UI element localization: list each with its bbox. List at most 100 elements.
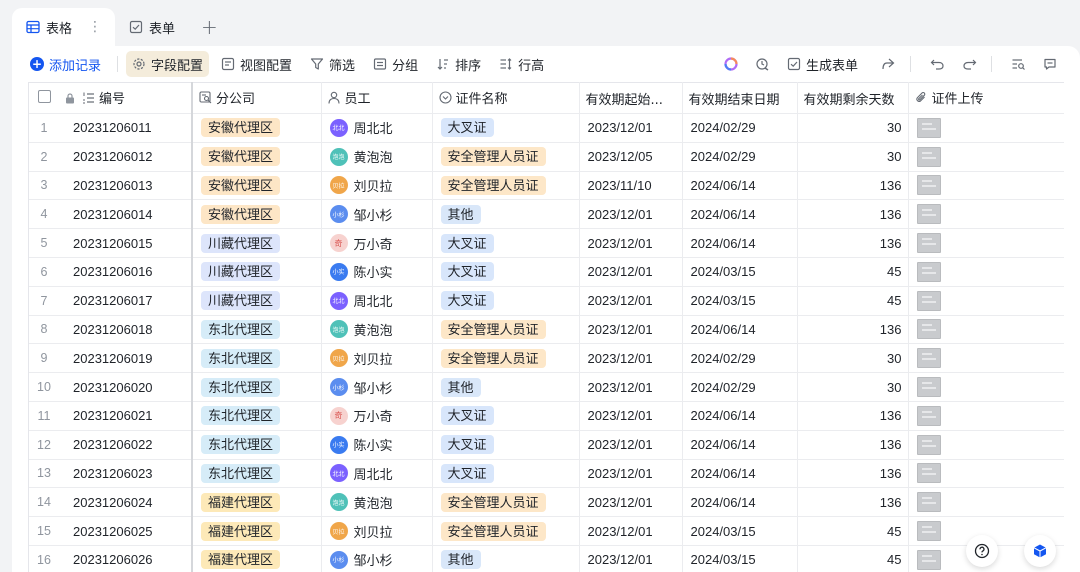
select-all-cell[interactable] xyxy=(29,82,59,114)
table-row[interactable]: 12 20231206022 东北代理区 小实 陈小实 大叉证 2023/12/0… xyxy=(29,430,1064,460)
cell-valid-end[interactable]: 2024/06/14 xyxy=(682,199,798,230)
cell-id[interactable]: 20231206018 xyxy=(59,315,193,345)
cell-branch[interactable]: 东北代理区 xyxy=(192,315,322,345)
table-row[interactable]: 4 20231206014 安徽代理区 小杉 邹小杉 其他 2023/12/01 … xyxy=(29,199,1064,230)
row-height-button[interactable]: 行高 xyxy=(493,51,550,77)
cell-upload[interactable] xyxy=(908,459,1064,489)
cell-branch[interactable]: 福建代理区 xyxy=(192,516,322,546)
cell-cert-name[interactable]: 大叉证 xyxy=(432,430,580,460)
cell-valid-start[interactable]: 2023/12/01 xyxy=(579,401,683,431)
cell-cert-name[interactable]: 其他 xyxy=(432,199,580,230)
cell-cert-name[interactable]: 安全管理人员证 xyxy=(432,315,580,345)
cell-employee[interactable]: 小杉 邹小杉 xyxy=(321,545,433,572)
cell-cert-name[interactable]: 大叉证 xyxy=(432,286,580,316)
cell-days-left[interactable]: 136 xyxy=(797,228,909,258)
cell-cert-name[interactable]: 大叉证 xyxy=(432,459,580,489)
cell-valid-end[interactable]: 2024/06/14 xyxy=(682,459,798,489)
table-row[interactable]: 3 20231206013 安徽代理区 贝拉 刘贝拉 安全管理人员证 2023/1… xyxy=(29,171,1064,201)
cell-id[interactable]: 20231206025 xyxy=(59,516,193,546)
cell-upload[interactable] xyxy=(908,343,1064,374)
cell-valid-end[interactable]: 2024/06/14 xyxy=(682,401,798,431)
cell-days-left[interactable]: 45 xyxy=(797,516,909,546)
cell-branch[interactable]: 东北代理区 xyxy=(192,372,322,402)
cell-branch[interactable]: 川藏代理区 xyxy=(192,257,322,287)
cell-branch[interactable]: 安徽代理区 xyxy=(192,171,322,201)
cell-employee[interactable]: 泡泡 黄泡泡 xyxy=(321,487,433,518)
table-row[interactable]: 8 20231206018 东北代理区 泡泡 黄泡泡 安全管理人员证 2023/1… xyxy=(29,315,1064,345)
column-header-cert-name[interactable]: 证件名称 xyxy=(432,82,580,114)
cell-valid-end[interactable]: 2024/06/14 xyxy=(682,171,798,201)
cell-employee[interactable]: 泡泡 黄泡泡 xyxy=(321,142,433,172)
cell-id[interactable]: 20231206021 xyxy=(59,401,193,431)
cell-branch[interactable]: 东北代理区 xyxy=(192,459,322,489)
cell-days-left[interactable]: 136 xyxy=(797,199,909,230)
cell-upload[interactable] xyxy=(908,113,1064,143)
cell-days-left[interactable]: 45 xyxy=(797,545,909,572)
cell-valid-start[interactable]: 2023/12/01 xyxy=(579,257,683,287)
cell-days-left[interactable]: 30 xyxy=(797,113,909,143)
attachment-thumbnail[interactable] xyxy=(916,146,941,167)
cell-employee[interactable]: 贝拉 刘贝拉 xyxy=(321,516,433,546)
cell-days-left[interactable]: 30 xyxy=(797,142,909,172)
cell-valid-start[interactable]: 2023/12/05 xyxy=(579,142,683,172)
cell-upload[interactable] xyxy=(908,257,1064,287)
app-assistant-button[interactable] xyxy=(1024,535,1056,567)
cell-valid-start[interactable]: 2023/12/01 xyxy=(579,516,683,546)
cell-days-left[interactable]: 45 xyxy=(797,257,909,287)
cell-cert-name[interactable]: 大叉证 xyxy=(432,401,580,431)
view-config-button[interactable]: 视图配置 xyxy=(215,51,298,77)
attachment-thumbnail[interactable] xyxy=(916,319,941,340)
attachment-thumbnail[interactable] xyxy=(916,492,941,513)
cell-id[interactable]: 20231206024 xyxy=(59,487,193,518)
cell-id[interactable]: 20231206011 xyxy=(59,113,193,143)
cell-branch[interactable]: 安徽代理区 xyxy=(192,142,322,172)
cell-valid-end[interactable]: 2024/03/15 xyxy=(682,257,798,287)
cell-upload[interactable] xyxy=(908,430,1064,460)
column-header-branch[interactable]: 分公司 xyxy=(192,82,322,114)
cell-id[interactable]: 20231206016 xyxy=(59,257,193,287)
cell-branch[interactable]: 川藏代理区 xyxy=(192,228,322,258)
cell-upload[interactable] xyxy=(908,315,1064,345)
cell-employee[interactable]: 贝拉 刘贝拉 xyxy=(321,171,433,201)
cell-id[interactable]: 20231206012 xyxy=(59,142,193,172)
column-header-id[interactable]: 编号 xyxy=(59,82,193,114)
add-view-icon[interactable]: + xyxy=(189,8,230,46)
cell-days-left[interactable]: 136 xyxy=(797,171,909,201)
cell-employee[interactable]: 小实 陈小实 xyxy=(321,257,433,287)
cell-days-left[interactable]: 45 xyxy=(797,286,909,316)
cell-id[interactable]: 20231206017 xyxy=(59,286,193,316)
cell-valid-start[interactable]: 2023/12/01 xyxy=(579,430,683,460)
cell-days-left[interactable]: 136 xyxy=(797,430,909,460)
field-config-button[interactable]: 字段配置 xyxy=(126,51,210,77)
cell-cert-name[interactable]: 安全管理人员证 xyxy=(432,516,580,546)
cell-upload[interactable] xyxy=(908,142,1064,172)
add-record-button[interactable]: + 添加记录 xyxy=(28,51,107,77)
attachment-thumbnail[interactable] xyxy=(916,233,941,254)
cell-valid-start[interactable]: 2023/12/01 xyxy=(579,113,683,143)
cell-valid-start[interactable]: 2023/12/01 xyxy=(579,228,683,258)
filter-button[interactable]: 筛选 xyxy=(304,51,361,77)
column-header-valid-end[interactable]: 有效期结束日期 xyxy=(682,82,798,114)
attachment-thumbnail[interactable] xyxy=(916,521,941,542)
table-row[interactable]: 14 20231206024 福建代理区 泡泡 黄泡泡 安全管理人员证 2023/… xyxy=(29,487,1064,518)
attachment-thumbnail[interactable] xyxy=(916,261,941,282)
table-row[interactable]: 16 20231206026 福建代理区 小杉 邹小杉 其他 2023/12/01… xyxy=(29,545,1064,572)
table-row[interactable]: 10 20231206020 东北代理区 小杉 邹小杉 其他 2023/12/01… xyxy=(29,372,1064,402)
cell-valid-start[interactable]: 2023/12/01 xyxy=(579,372,683,402)
cell-branch[interactable]: 福建代理区 xyxy=(192,487,322,518)
column-header-employee[interactable]: 员工 xyxy=(321,82,433,114)
attachment-thumbnail[interactable] xyxy=(916,549,941,570)
cell-upload[interactable] xyxy=(908,286,1064,316)
attachment-thumbnail[interactable] xyxy=(916,204,941,225)
cell-days-left[interactable]: 136 xyxy=(797,401,909,431)
attachment-thumbnail[interactable] xyxy=(916,348,941,369)
table-row[interactable]: 5 20231206015 川藏代理区 奇万小奇 大叉证 2023/12/01 … xyxy=(29,228,1064,258)
attachment-thumbnail[interactable] xyxy=(916,290,941,311)
table-row[interactable]: 11 20231206021 东北代理区 奇万小奇 大叉证 2023/12/01… xyxy=(29,401,1064,431)
cell-valid-end[interactable]: 2024/06/14 xyxy=(682,228,798,258)
cell-branch[interactable]: 东北代理区 xyxy=(192,343,322,374)
cell-id[interactable]: 20231206019 xyxy=(59,343,193,374)
cell-branch[interactable]: 川藏代理区 xyxy=(192,286,322,316)
cell-cert-name[interactable]: 安全管理人员证 xyxy=(432,171,580,201)
table-row[interactable]: 7 20231206017 川藏代理区 北北 周北北 大叉证 2023/12/01… xyxy=(29,286,1064,316)
